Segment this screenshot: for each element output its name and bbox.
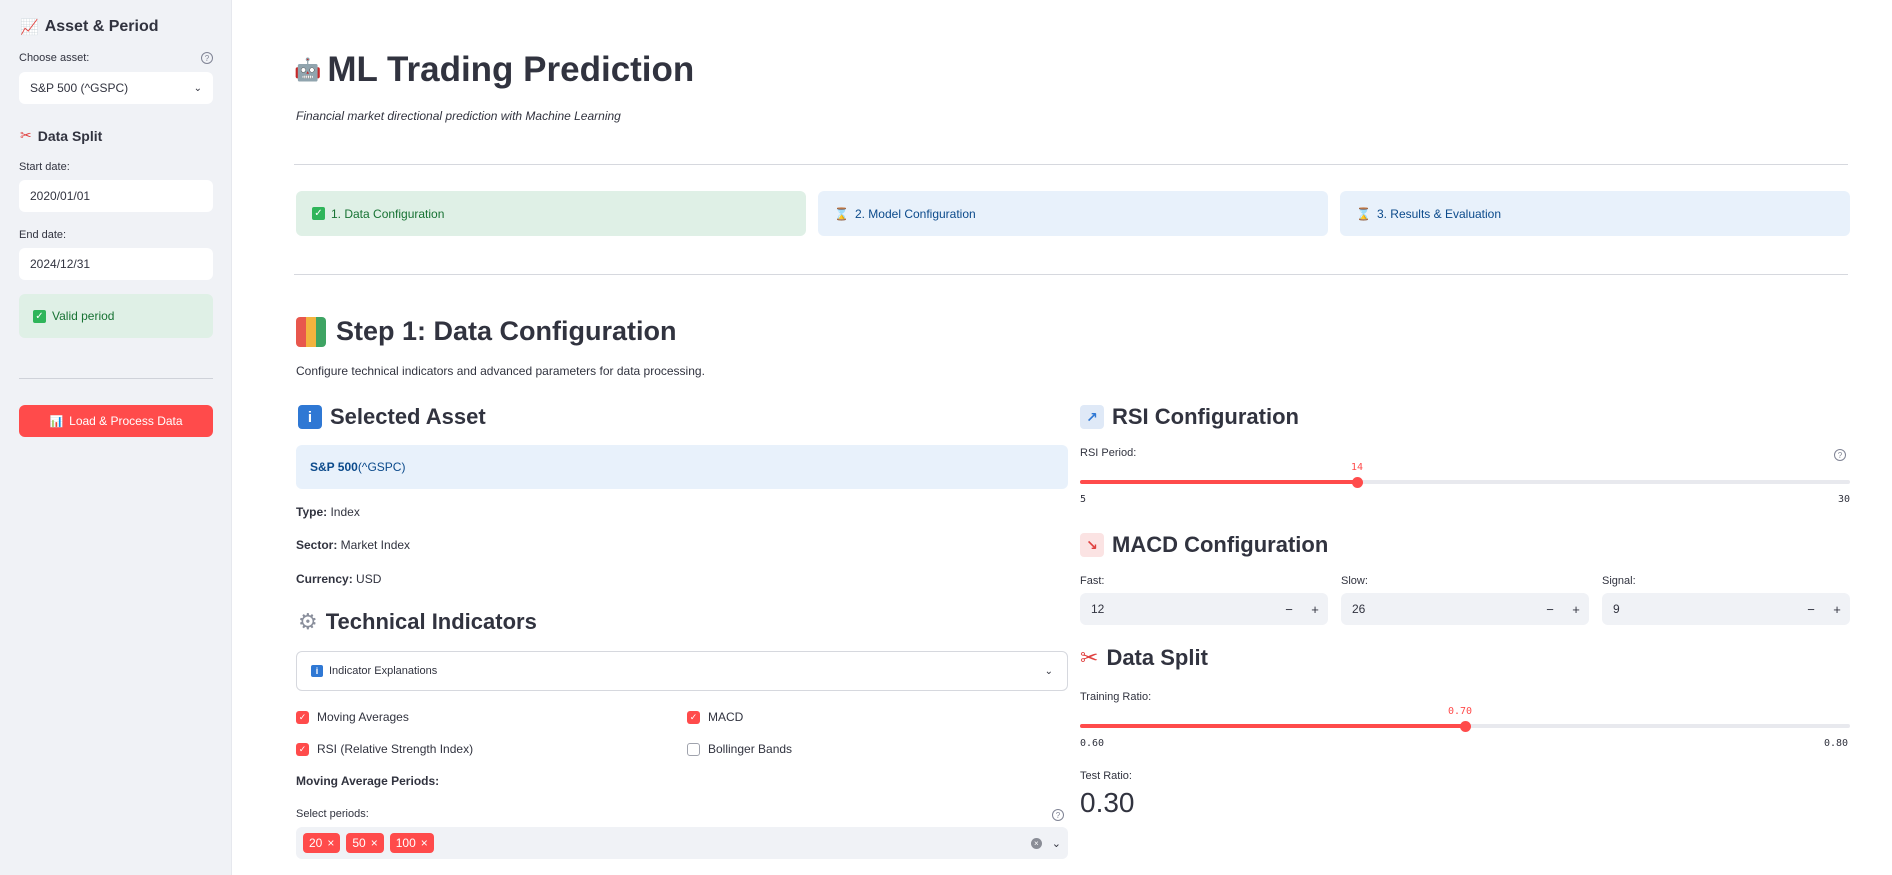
- chevron-down-icon: ⌄: [193, 82, 202, 94]
- scissors-icon: ✂: [1080, 645, 1099, 670]
- close-icon[interactable]: ×: [421, 836, 428, 850]
- robot-icon: 🤖: [294, 57, 322, 82]
- minus-button[interactable]: −: [1537, 602, 1563, 617]
- chart-down-icon: ↘: [1080, 533, 1104, 557]
- info-icon: i: [298, 405, 322, 429]
- chart-up-icon: ↗: [1080, 405, 1104, 429]
- load-process-button[interactable]: 📊 Load & Process Data: [19, 405, 213, 437]
- gear-icon: ⚙: [298, 609, 318, 634]
- macd-slow-input[interactable]: 26 − +: [1341, 593, 1589, 625]
- info-icon: i: [311, 665, 323, 677]
- technical-indicators-heading: ⚙ Technical Indicators: [298, 609, 537, 634]
- rsi-period-label: RSI Period:: [1080, 447, 1137, 459]
- asset-type: Type: Index: [296, 505, 360, 519]
- indicator-explanations-expander[interactable]: i Indicator Explanations ⌄: [296, 651, 1068, 691]
- moving-averages-checkbox[interactable]: ✓ Moving Averages: [296, 710, 409, 724]
- period-tag[interactable]: 20 ×: [303, 833, 341, 853]
- test-ratio-label: Test Ratio:: [1080, 770, 1132, 782]
- valid-period-alert: ✓ Valid period: [19, 294, 213, 338]
- help-icon[interactable]: ?: [1834, 449, 1846, 461]
- minus-button[interactable]: −: [1798, 602, 1824, 617]
- chevron-down-icon[interactable]: ⌄: [1052, 837, 1061, 850]
- macd-fast-label: Fast:: [1080, 575, 1105, 587]
- asset-select[interactable]: S&P 500 (^GSPC) ⌄: [19, 72, 213, 104]
- rsi-slider[interactable]: [1080, 475, 1850, 489]
- select-periods-label: Select periods:: [296, 808, 369, 820]
- page-title: 🤖 ML Trading Prediction: [294, 50, 695, 89]
- step-1-description: Configure technical indicators and advan…: [296, 364, 705, 378]
- step-1-status: ✓ 1. Data Configuration: [296, 191, 806, 236]
- check-icon: ✓: [312, 207, 325, 220]
- macd-config-heading: ↘ MACD Configuration: [1080, 532, 1328, 558]
- sidebar: 📈 Asset & Period Choose asset: ? S&P 500…: [0, 0, 232, 875]
- close-icon[interactable]: ×: [327, 836, 334, 850]
- macd-checkbox[interactable]: ✓ MACD: [687, 710, 743, 724]
- plus-button[interactable]: +: [1302, 602, 1328, 617]
- minus-button[interactable]: −: [1276, 602, 1302, 617]
- help-icon[interactable]: ?: [1052, 809, 1064, 821]
- divider: [294, 274, 1848, 275]
- training-ratio-value: 0.70: [1448, 706, 1473, 717]
- checkbox-icon: [687, 742, 700, 756]
- rsi-checkbox[interactable]: ✓ RSI (Relative Strength Index): [296, 742, 473, 756]
- macd-signal-label: Signal:: [1602, 575, 1636, 587]
- start-date-input[interactable]: 2020/01/01: [19, 180, 213, 212]
- choose-asset-label: Choose asset: ?: [19, 52, 213, 64]
- selected-asset-box: S&P 500 (^GSPC): [296, 445, 1068, 489]
- rsi-slider-value: 14: [1351, 462, 1364, 473]
- checkbox-icon: ✓: [296, 742, 309, 756]
- divider: [19, 378, 213, 379]
- bollinger-checkbox[interactable]: Bollinger Bands: [687, 742, 792, 756]
- macd-slow-label: Slow:: [1341, 575, 1368, 587]
- period-tag[interactable]: 50 ×: [346, 833, 384, 853]
- check-icon: ✓: [33, 309, 46, 323]
- bar-chart-icon: 📊: [49, 415, 64, 428]
- plus-button[interactable]: +: [1563, 602, 1589, 617]
- hourglass-icon: ⌛: [1356, 206, 1371, 221]
- periods-multiselect[interactable]: 20 × 50 × 100 × × ⌄: [296, 827, 1068, 859]
- end-date-label: End date:: [19, 229, 67, 241]
- training-ratio-label: Training Ratio:: [1080, 691, 1152, 703]
- checkbox-icon: ✓: [687, 710, 700, 724]
- slider-handle[interactable]: [1460, 721, 1471, 732]
- bar-chart-icon: [296, 316, 326, 347]
- checkbox-icon: ✓: [296, 710, 309, 724]
- step-3-status: ⌛ 3. Results & Evaluation: [1340, 191, 1850, 236]
- plus-button[interactable]: +: [1824, 602, 1850, 617]
- step-1-heading: Step 1: Data Configuration: [296, 316, 677, 347]
- test-ratio-value: 0.30: [1080, 787, 1135, 818]
- asset-period-heading: 📈 Asset & Period: [20, 18, 159, 36]
- asset-sector: Sector: Market Index: [296, 538, 411, 552]
- page-subtitle: Financial market directional prediction …: [296, 109, 621, 123]
- training-ratio-min: 0.60: [1080, 738, 1105, 749]
- rsi-slider-min: 5: [1080, 494, 1087, 505]
- training-ratio-slider[interactable]: [1080, 719, 1850, 733]
- data-split-heading: ✂ Data Split: [20, 127, 103, 144]
- hourglass-icon: ⌛: [834, 206, 849, 221]
- data-split-heading: ✂ Data Split: [1080, 645, 1208, 670]
- start-date-label: Start date:: [19, 161, 70, 173]
- rsi-slider-max: 30: [1838, 494, 1851, 505]
- selected-asset-heading: i Selected Asset: [298, 404, 486, 430]
- close-icon[interactable]: ×: [371, 836, 378, 850]
- macd-fast-input[interactable]: 12 − +: [1080, 593, 1328, 625]
- help-icon[interactable]: ?: [201, 52, 213, 64]
- rsi-config-heading: ↗ RSI Configuration: [1080, 404, 1299, 430]
- training-ratio-max: 0.80: [1824, 738, 1849, 749]
- clear-icon[interactable]: ×: [1030, 837, 1042, 849]
- ma-periods-heading: Moving Average Periods:: [296, 774, 440, 788]
- period-tag[interactable]: 100 ×: [389, 833, 434, 853]
- chart-up-icon: 📈: [20, 19, 39, 36]
- divider: [294, 164, 1848, 165]
- slider-handle[interactable]: [1352, 477, 1363, 488]
- end-date-input[interactable]: 2024/12/31: [19, 248, 213, 280]
- chevron-down-icon: ⌄: [1044, 665, 1053, 677]
- asset-currency: Currency: USD: [296, 572, 382, 586]
- scissors-icon: ✂: [20, 127, 32, 143]
- macd-signal-input[interactable]: 9 − +: [1602, 593, 1850, 625]
- step-2-status: ⌛ 2. Model Configuration: [818, 191, 1328, 236]
